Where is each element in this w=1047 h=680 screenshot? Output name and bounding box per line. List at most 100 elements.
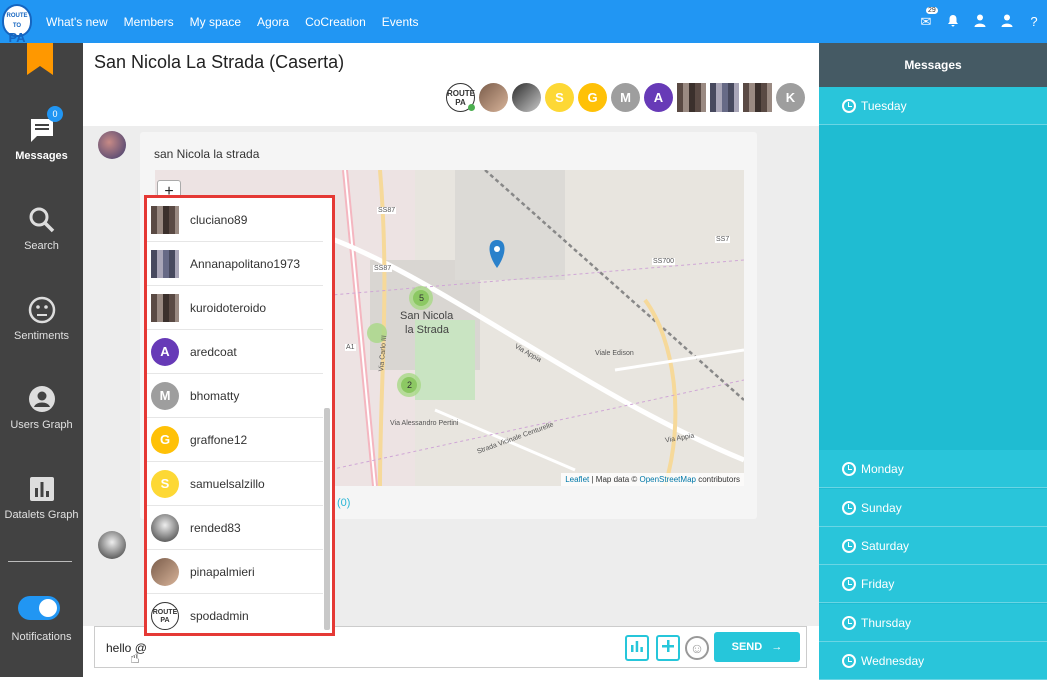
avatar[interactable] [98,131,126,159]
sidebar-item-datalets-graph[interactable]: Datalets Graph [0,475,83,521]
nav-whats-new[interactable]: What's new [46,15,108,29]
leaflet-link[interactable]: Leaflet [565,475,589,484]
mention-option[interactable]: pinapalmieri [147,550,323,594]
clock-icon [842,462,856,476]
cluster-count[interactable]: 2 [407,380,412,390]
nav-cocreation[interactable]: CoCreation [305,15,366,29]
message-input[interactable]: hello @ [106,641,147,655]
avatar [151,206,179,234]
avatar [151,558,179,586]
mention-option[interactable]: ROUTE PA spodadmin [147,594,323,633]
clock-icon [842,654,856,668]
cluster-count[interactable]: 5 [419,293,424,303]
emoji-button[interactable]: ☺ [685,636,709,660]
logo-top-text: ROUTE TO [6,13,28,29]
send-button[interactable]: SEND → [714,632,800,662]
mention-username: kuroidoteroido [190,301,267,315]
mention-option[interactable]: M bhomatty [147,374,323,418]
member-avatar[interactable] [710,83,739,112]
day-row-friday[interactable]: Friday [819,565,1047,603]
bell-icon[interactable] [946,14,960,30]
road-label: A1 [345,344,356,351]
road-label: SS87 [377,207,397,214]
day-row-saturday[interactable]: Saturday [819,527,1047,565]
member-avatar[interactable]: S [545,83,574,112]
member-avatar[interactable]: M [611,83,640,112]
sidebar-divider [8,561,72,562]
help-icon[interactable]: ? [1027,14,1041,29]
member-avatar[interactable] [743,83,772,112]
add-datalet-button[interactable] [625,635,649,661]
mail-badge: 29 [926,6,938,14]
attribution-text: | Map data © [589,475,640,484]
map-place-label: la Strada [405,324,450,336]
mention-option[interactable]: A aredcoat [147,330,323,374]
main-nav: What's new Members My space Agora CoCrea… [38,0,426,43]
route-to-pa-logo[interactable]: ROUTE TO PA [2,4,32,44]
member-avatar[interactable] [512,83,541,112]
nav-events[interactable]: Events [382,15,419,29]
sidebar-item-users-graph[interactable]: Users Graph [0,385,83,431]
add-folder-icon [662,640,674,652]
avatar[interactable] [98,531,126,559]
chart-icon [631,641,643,652]
notifications-toggle[interactable] [18,596,60,620]
member-avatar[interactable]: ROUTE PA [446,83,475,112]
top-navigation-bar: ROUTE TO PA What's new Members My space … [0,0,1047,44]
mention-option[interactable]: kuroidoteroido [147,286,323,330]
sidebar-item-label: Search [24,240,59,252]
day-label: Tuesday [861,99,907,113]
comment-count-link[interactable]: (0) [337,497,350,509]
sidebar-item-search[interactable]: Search [0,206,83,252]
bar-chart-icon [29,477,54,501]
sidebar-item-messages[interactable]: 0 Messages [0,106,83,162]
sidebar-item-label: Messages [15,150,68,162]
add-file-button[interactable] [656,635,680,661]
profile-icon[interactable] [1000,14,1014,30]
road-label: Viale Edison [595,350,634,357]
mail-icon[interactable]: ✉ 29 [919,6,938,30]
sidebar-item-sentiments[interactable]: Sentiments [0,296,83,342]
member-avatar[interactable]: A [644,83,673,112]
member-avatar[interactable]: K [776,83,805,112]
road-label: SS87 [373,265,393,272]
search-icon [29,207,54,233]
sidebar-item-label: Users Graph [10,419,73,431]
user-icon[interactable] [973,14,987,30]
day-row-thursday[interactable]: Thursday [819,604,1047,642]
mention-username: rended83 [190,521,241,535]
day-row-sunday[interactable]: Sunday [819,489,1047,527]
nav-my-space[interactable]: My space [190,15,241,29]
day-label: Saturday [861,539,910,553]
day-row-wednesday[interactable]: Wednesday [819,642,1047,680]
nav-members[interactable]: Members [124,15,174,29]
left-sidebar: 0 Messages Search Sentiments Users Graph [0,43,83,677]
day-row-tuesday[interactable]: Tuesday [819,87,1047,125]
mention-option[interactable]: Annanapolitano1973 [147,242,323,286]
mention-suggestion-dropdown[interactable]: cluciano89 Annanapolitano1973 kuroidoter… [144,195,335,636]
member-avatar[interactable] [479,83,508,112]
sidebar-item-label: Datalets Graph [4,509,79,521]
send-label: SEND [731,641,763,653]
member-avatar[interactable]: G [578,83,607,112]
mention-username: Annanapolitano1973 [190,257,301,271]
clock-icon [842,616,856,630]
mention-option[interactable]: S samuelsalzillo [147,462,323,506]
day-row-monday[interactable]: Monday [819,450,1047,488]
bookmark-icon[interactable] [27,43,53,75]
mention-option[interactable]: G graffone12 [147,418,323,462]
nav-agora[interactable]: Agora [257,15,289,29]
avatar [151,250,179,278]
road-label: SS700 [652,258,676,265]
road-label: SS7 [715,236,731,243]
osm-link[interactable]: OpenStreetMap [639,475,695,484]
dropdown-scrollbar[interactable] [324,408,330,630]
panel-title: Messages [819,43,1047,87]
day-section-expanded [819,87,1047,449]
member-avatar[interactable] [677,83,706,112]
mention-option[interactable]: rended83 [147,506,323,550]
notifications-label: Notifications [11,631,72,643]
top-icons: ✉ 29 ? [919,0,1041,43]
online-indicator [468,104,475,111]
mention-option[interactable]: cluciano89 [147,198,323,242]
